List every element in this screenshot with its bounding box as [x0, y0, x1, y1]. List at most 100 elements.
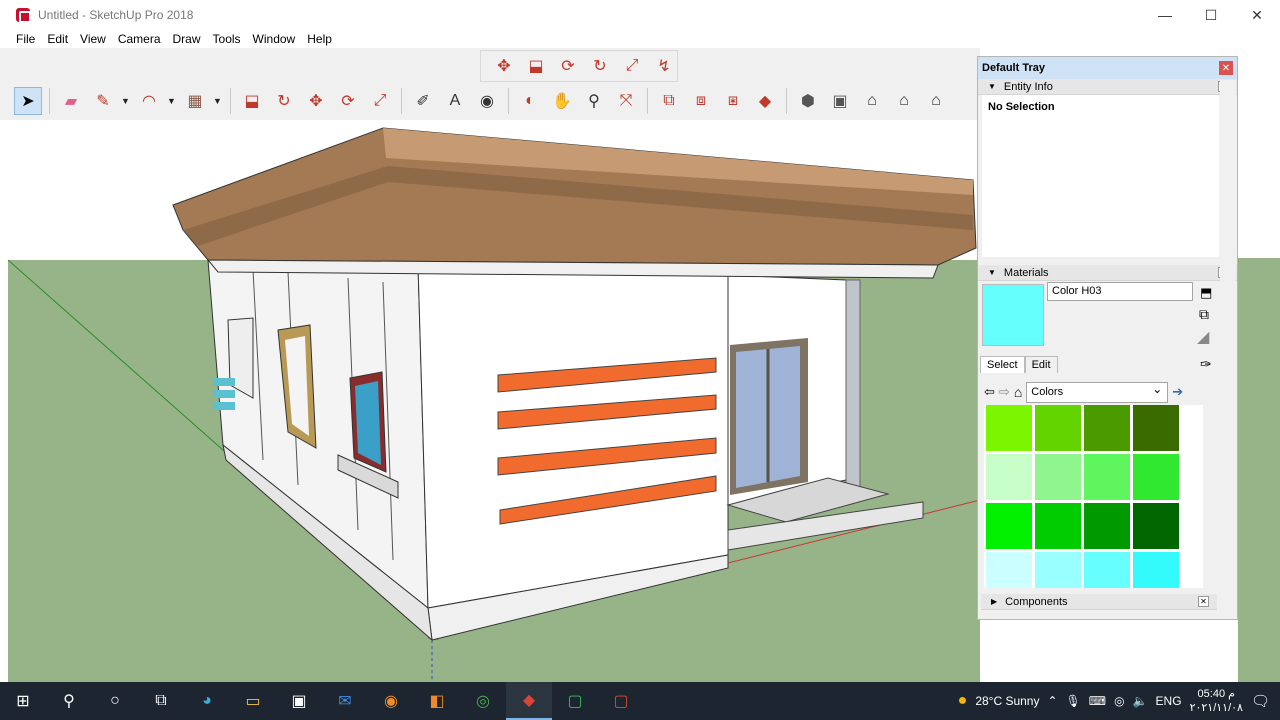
- iso-view-icon[interactable]: ⬢: [794, 87, 822, 115]
- rotate-icon[interactable]: ⟳: [334, 87, 362, 115]
- menu-file[interactable]: File: [10, 32, 41, 46]
- top-view-icon[interactable]: ▣: [826, 87, 854, 115]
- maximize-button[interactable]: ☐: [1188, 0, 1234, 30]
- color-swatch[interactable]: [986, 405, 1032, 451]
- push-pull-icon[interactable]: ⬓: [238, 87, 266, 115]
- color-swatch[interactable]: [1133, 454, 1179, 500]
- material-library-select[interactable]: Colors: [1026, 381, 1169, 403]
- pencil-icon[interactable]: ✎: [89, 87, 117, 115]
- rotate-icon[interactable]: ⟳: [555, 52, 581, 80]
- tray-close-button[interactable]: ✕: [1219, 61, 1233, 75]
- materials-header[interactable]: ▼ Materials ✕: [978, 265, 1237, 281]
- mail-icon[interactable]: ✉: [322, 682, 368, 720]
- pan-icon[interactable]: ✋: [548, 87, 576, 115]
- color-swatch[interactable]: [1084, 405, 1130, 451]
- windows-start-icon[interactable]: ⊞: [0, 682, 46, 720]
- tape-measure-icon[interactable]: ✐: [409, 87, 437, 115]
- swatch-scrollbar[interactable]: [1203, 405, 1219, 588]
- camtasia-icon[interactable]: ▢: [552, 682, 598, 720]
- zoom-icon[interactable]: ⚲: [580, 87, 608, 115]
- chevron-up-icon[interactable]: ⌃: [1047, 694, 1057, 708]
- create-material-icon[interactable]: ⬒: [1200, 285, 1212, 301]
- menu-window[interactable]: Window: [247, 32, 302, 46]
- menu-view[interactable]: View: [74, 32, 112, 46]
- clock[interactable]: 05:40 م ٢٠٢١/١١/٠٨: [1190, 687, 1243, 715]
- home-icon[interactable]: ⌂: [1014, 384, 1022, 400]
- offset-icon[interactable]: ↯: [651, 52, 677, 80]
- store-icon[interactable]: ▣: [276, 682, 322, 720]
- tab-select[interactable]: Select: [980, 356, 1025, 373]
- file-explorer-icon[interactable]: ▭: [230, 682, 276, 720]
- ruby-icon[interactable]: ◆: [751, 87, 779, 115]
- color-swatch[interactable]: [986, 503, 1032, 549]
- layout-icon[interactable]: ⧆: [719, 87, 747, 115]
- extension-warehouse-icon[interactable]: ⧈: [687, 87, 715, 115]
- rectangle-icon[interactable]: ▦: [181, 87, 209, 115]
- right-view-icon[interactable]: ⌂: [890, 87, 918, 115]
- color-swatch[interactable]: [1084, 454, 1130, 500]
- details-arrow-icon[interactable]: ➔: [1172, 384, 1183, 400]
- scale-icon[interactable]: ⤢: [366, 87, 394, 115]
- weather-text[interactable]: 28°C Sunny: [975, 694, 1039, 708]
- color-swatch[interactable]: [1084, 552, 1130, 588]
- select-icon[interactable]: ➤: [14, 87, 42, 115]
- color-swatch[interactable]: [1133, 405, 1179, 451]
- back-view-icon[interactable]: ⌂: [922, 87, 950, 115]
- tab-edit[interactable]: Edit: [1024, 356, 1058, 373]
- entity-info-header[interactable]: ▼ Entity Info ✕: [978, 79, 1237, 95]
- paint-bucket-icon[interactable]: ◉: [473, 87, 501, 115]
- volume-icon[interactable]: 🔈: [1133, 694, 1148, 708]
- color-swatch[interactable]: [1035, 503, 1081, 549]
- follow-me-icon[interactable]: ↻: [270, 87, 298, 115]
- color-swatch[interactable]: [1084, 503, 1130, 549]
- color-swatch[interactable]: [986, 454, 1032, 500]
- drawing-viewport[interactable]: [8, 120, 980, 682]
- panel-close-icon[interactable]: ✕: [1198, 596, 1209, 607]
- forward-arrow-icon[interactable]: ⇨: [999, 384, 1010, 400]
- warehouse-icon[interactable]: ⧉: [655, 87, 683, 115]
- tray-scrollbar[interactable]: [1220, 80, 1236, 618]
- eraser-icon[interactable]: ▰: [57, 87, 85, 115]
- menu-help[interactable]: Help: [301, 32, 338, 46]
- menu-draw[interactable]: Draw: [167, 32, 207, 46]
- search-icon[interactable]: ⚲: [46, 682, 92, 720]
- menu-tools[interactable]: Tools: [207, 32, 247, 46]
- zoom-extents-icon[interactable]: ⤧: [612, 87, 640, 115]
- edge-icon[interactable]: ◕: [184, 682, 230, 720]
- close-button[interactable]: ✕: [1234, 0, 1280, 30]
- dropdown-arrow-icon[interactable]: ▼: [213, 96, 223, 106]
- dropdown-arrow-icon[interactable]: ▼: [167, 96, 177, 106]
- move-icon[interactable]: ✥: [491, 52, 517, 80]
- material-name-field[interactable]: Color H03: [1047, 282, 1193, 301]
- chrome-icon[interactable]: ◎: [460, 682, 506, 720]
- paint-sample-icon[interactable]: ⧉: [1199, 306, 1209, 323]
- front-view-icon[interactable]: ⌂: [858, 87, 886, 115]
- back-arrow-icon[interactable]: ⇦: [984, 384, 995, 400]
- minimize-button[interactable]: —: [1142, 0, 1188, 30]
- dropdown-arrow-icon[interactable]: ▼: [121, 96, 131, 106]
- menu-edit[interactable]: Edit: [41, 32, 74, 46]
- color-swatch[interactable]: [1035, 454, 1081, 500]
- color-swatch[interactable]: [1035, 405, 1081, 451]
- push-pull-icon[interactable]: ⬓: [523, 52, 549, 80]
- color-swatch[interactable]: [1133, 503, 1179, 549]
- menu-camera[interactable]: Camera: [112, 32, 167, 46]
- eyedropper-icon[interactable]: ✑: [1200, 356, 1212, 373]
- move-icon[interactable]: ✥: [302, 87, 330, 115]
- color-swatch[interactable]: [986, 552, 1032, 588]
- follow-me-icon[interactable]: ↻: [587, 52, 613, 80]
- unknown-app-icon[interactable]: ◧: [414, 682, 460, 720]
- notification-icon[interactable]: 🗨: [1251, 692, 1270, 710]
- text-icon[interactable]: A: [441, 87, 469, 115]
- color-swatch[interactable]: [1035, 552, 1081, 588]
- language-indicator[interactable]: ENG: [1156, 694, 1182, 708]
- camtasia-recorder-icon[interactable]: ▢: [598, 682, 644, 720]
- scale-icon[interactable]: ⤢: [619, 52, 645, 80]
- color-swatch[interactable]: [1133, 552, 1179, 588]
- components-header[interactable]: ▶ Components ✕: [981, 594, 1217, 610]
- firefox-icon[interactable]: ◉: [368, 682, 414, 720]
- cortana-icon[interactable]: ○: [92, 682, 138, 720]
- arc-icon[interactable]: ◠: [135, 87, 163, 115]
- sample-paint-icon[interactable]: ◢: [1197, 327, 1209, 347]
- sketchup-icon[interactable]: ◆: [506, 682, 552, 720]
